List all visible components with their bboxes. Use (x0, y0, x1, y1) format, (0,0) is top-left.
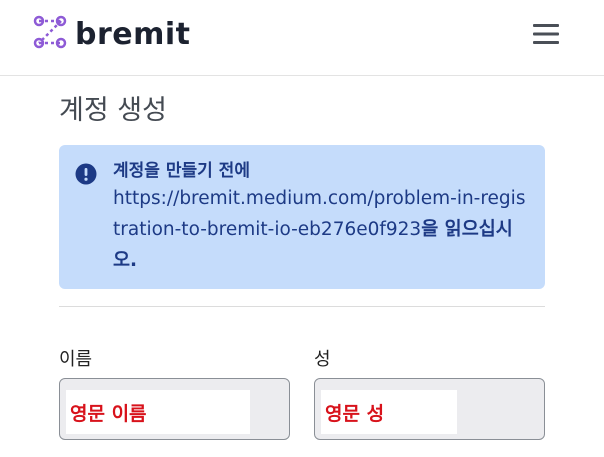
alert-body: https://bremit.medium.com/problem-in-reg… (113, 183, 531, 276)
page-title: 계정 생성 (59, 95, 167, 126)
bremit-logo-icon (33, 15, 67, 53)
last-name-value: 영문 성 (325, 402, 385, 425)
menu-toggle-button[interactable] (526, 20, 566, 52)
brand-logo[interactable]: bremit (33, 15, 191, 53)
info-alert: 계정을 만들기 전에 https://bremit.medium.com/pro… (59, 145, 545, 289)
last-name-input[interactable]: 영문 성 (321, 390, 457, 434)
top-navbar: bremit (0, 0, 604, 76)
last-name-label: 성 (314, 349, 331, 370)
section-divider (59, 306, 545, 307)
first-name-input[interactable]: 영문 이름 (66, 390, 250, 434)
first-name-label: 이름 (59, 349, 93, 370)
first-name-field[interactable]: 영문 이름 (59, 378, 290, 440)
hamburger-menu-icon (533, 22, 559, 50)
brand-name: bremit (75, 16, 191, 52)
first-name-value: 영문 이름 (70, 402, 147, 425)
exclamation-circle-icon (75, 163, 97, 185)
last-name-field[interactable]: 영문 성 (314, 378, 545, 440)
alert-heading: 계정을 만들기 전에 (113, 161, 250, 181)
